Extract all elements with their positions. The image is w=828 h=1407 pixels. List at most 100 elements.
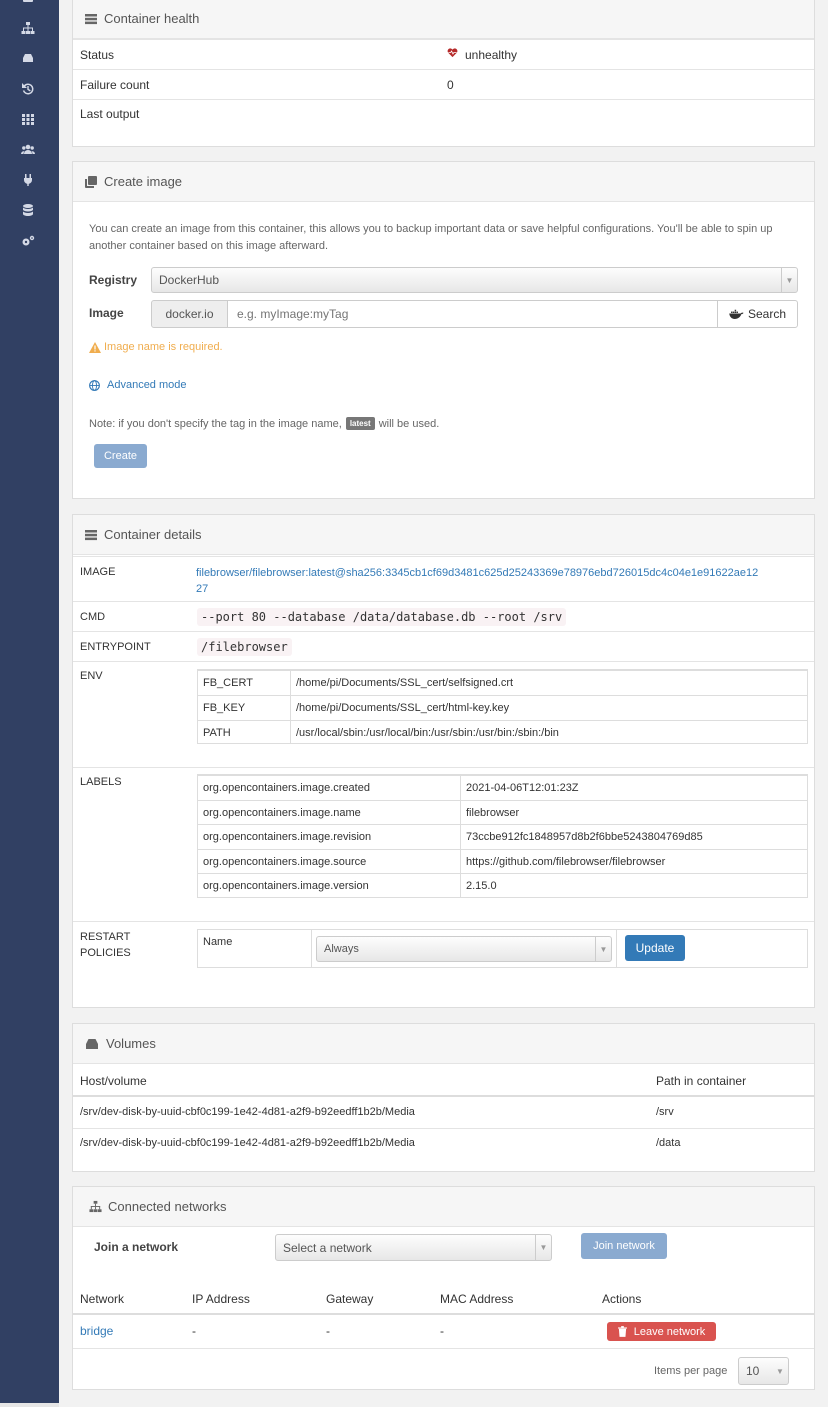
- restart-label-line: RESTART: [80, 931, 131, 943]
- join-network-label: Join a network: [94, 1240, 179, 1254]
- chevron-down-icon: ▼: [776, 1366, 784, 1376]
- restart-column-divider: [311, 930, 312, 967]
- container-details-header: Container details: [73, 515, 814, 555]
- details-row-cmd: CMD --port 80 --database /data/database.…: [73, 601, 814, 631]
- update-button[interactable]: Update: [625, 935, 685, 961]
- tag-note: Note: if you don't specify the tag in th…: [89, 417, 439, 430]
- volumes-table-header: Host/volume Path in container: [73, 1064, 814, 1097]
- details-key: RESTART POLICIES: [80, 929, 131, 961]
- health-row-failure-count: Failure count 0: [73, 69, 814, 99]
- details-row-entrypoint: ENTRYPOINT /filebrowser: [73, 631, 814, 661]
- volumes-panel: Volumes Host/volume Path in container /s…: [72, 1023, 815, 1172]
- warning-text: Image name is required.: [104, 341, 223, 353]
- plug-icon[interactable]: [20, 173, 36, 187]
- column-header: Actions: [602, 1292, 642, 1306]
- items-per-page-select[interactable]: 10 ▼: [738, 1357, 789, 1385]
- details-row-labels: LABELS org.opencontainers.image.created …: [73, 767, 814, 921]
- database-icon[interactable]: [20, 203, 36, 217]
- image-link-line: filebrowser/filebrowser:latest@sha256:33…: [196, 567, 759, 579]
- details-key: ENV: [80, 670, 103, 682]
- leave-network-button[interactable]: Leave network: [607, 1322, 716, 1341]
- heartbeat-icon: [447, 47, 458, 61]
- sitemap-icon[interactable]: [20, 21, 36, 35]
- label-key: org.opencontainers.image.created: [203, 782, 370, 794]
- latest-tag-badge: latest: [345, 417, 375, 430]
- env-value: /home/pi/Documents/SSL_cert/selfsigned.c…: [296, 677, 514, 689]
- label-value: filebrowser: [466, 806, 520, 819]
- panel-title: Container details: [104, 527, 202, 542]
- note-suffix: will be used.: [378, 417, 440, 430]
- menu-icon[interactable]: [20, 0, 36, 8]
- container-health-panel: Container health Status unhealthy Failur…: [72, 0, 815, 147]
- image-registry-prefix: docker.io: [151, 300, 228, 328]
- health-key: Last output: [80, 107, 140, 121]
- details-row-restart-policies: RESTART POLICIES Name Always ▼ Update: [73, 921, 814, 1007]
- labels-table: org.opencontainers.image.created 2021-04…: [197, 774, 808, 898]
- container-health-header: Container health: [73, 0, 814, 39]
- network-name-link[interactable]: bridge: [80, 1324, 113, 1338]
- restart-policy-select[interactable]: Always ▼: [316, 936, 612, 962]
- join-network-button[interactable]: Join network: [581, 1233, 667, 1259]
- restart-name-label: Name: [203, 936, 233, 948]
- network-select[interactable]: Select a network ▼: [275, 1234, 552, 1261]
- drive-icon[interactable]: [20, 51, 36, 65]
- column-header: Network: [80, 1292, 125, 1306]
- env-key: PATH: [203, 726, 231, 739]
- env-key: FB_KEY: [203, 702, 246, 714]
- details-key: CMD: [80, 611, 106, 623]
- list-icon: [85, 529, 97, 540]
- details-key: ENTRYPOINT: [80, 641, 151, 653]
- registry-label: Registry: [89, 273, 138, 287]
- globe-icon: [89, 379, 100, 391]
- connected-networks-panel: Connected networks Join a network Select…: [72, 1186, 815, 1390]
- volume-path: /data: [656, 1137, 681, 1149]
- health-status-value: unhealthy: [465, 48, 518, 62]
- network-ip: -: [192, 1324, 196, 1338]
- label-value: 2021-04-06T12:01:23Z: [466, 782, 579, 794]
- network-gateway: -: [326, 1324, 330, 1338]
- label-row: org.opencontainers.image.revision 73ccbe…: [198, 824, 807, 849]
- note-prefix: Note: if you don't specify the tag in th…: [89, 417, 342, 430]
- create-button[interactable]: Create: [94, 444, 147, 468]
- search-button[interactable]: Search: [717, 300, 798, 328]
- list-icon: [85, 13, 97, 24]
- env-key: FB_CERT: [203, 677, 253, 689]
- panel-title: Volumes: [106, 1036, 156, 1051]
- entrypoint-value: /filebrowser: [197, 638, 292, 656]
- search-button-label: Search: [747, 307, 787, 321]
- label-row: org.opencontainers.image.name filebrowse…: [198, 800, 807, 824]
- volume-host: /srv/dev-disk-by-uuid-cbf0c199-1e42-4d81…: [80, 1137, 415, 1149]
- network-row: bridge - - - Leave network: [73, 1316, 814, 1349]
- volume-path: /srv: [656, 1106, 674, 1118]
- volume-row: /srv/dev-disk-by-uuid-cbf0c199-1e42-4d81…: [73, 1098, 814, 1128]
- details-key: LABELS: [80, 776, 122, 788]
- create-image-description: You can create an image from this contai…: [89, 223, 773, 252]
- details-row-image: IMAGE filebrowser/filebrowser:latest@sha…: [73, 556, 814, 601]
- connected-networks-header: Connected networks: [73, 1187, 814, 1227]
- details-row-env: ENV FB_CERT /home/pi/Documents/SSL_cert/…: [73, 661, 814, 767]
- users-icon[interactable]: [20, 142, 36, 156]
- label-key: org.opencontainers.image.revision: [203, 831, 372, 843]
- items-per-page-label: Items per page: [654, 1365, 728, 1377]
- env-value: /usr/local/sbin:/usr/local/bin:/usr/sbin…: [296, 726, 559, 739]
- cogs-icon[interactable]: [20, 234, 36, 248]
- warning-icon: [89, 341, 101, 353]
- panel-title: Connected networks: [108, 1199, 227, 1214]
- panel-title: Create image: [104, 174, 183, 189]
- column-header: Host/volume: [80, 1074, 147, 1088]
- registry-value: DockerHub: [159, 273, 220, 287]
- image-name-input[interactable]: [227, 300, 718, 328]
- image-link[interactable]: filebrowser/filebrowser:latest@sha256:33…: [196, 565, 758, 597]
- advanced-mode-label: Advanced mode: [107, 379, 187, 391]
- image-required-warning: Image name is required.: [89, 341, 223, 353]
- panel-title: Container health: [104, 11, 200, 26]
- label-value: https://github.com/filebrowser/filebrows…: [466, 855, 666, 868]
- registry-select[interactable]: DockerHub ▼: [151, 267, 798, 293]
- history-icon[interactable]: [20, 82, 36, 96]
- grid-icon[interactable]: [20, 112, 36, 126]
- column-header: IP Address: [192, 1292, 250, 1306]
- advanced-mode-link[interactable]: Advanced mode: [89, 379, 187, 391]
- label-value: 73ccbe912fc1848957d8b2f6bbe5243804769d85: [466, 831, 703, 843]
- health-value: 0: [447, 78, 454, 92]
- networks-table-header: Network IP Address Gateway MAC Address A…: [73, 1283, 814, 1315]
